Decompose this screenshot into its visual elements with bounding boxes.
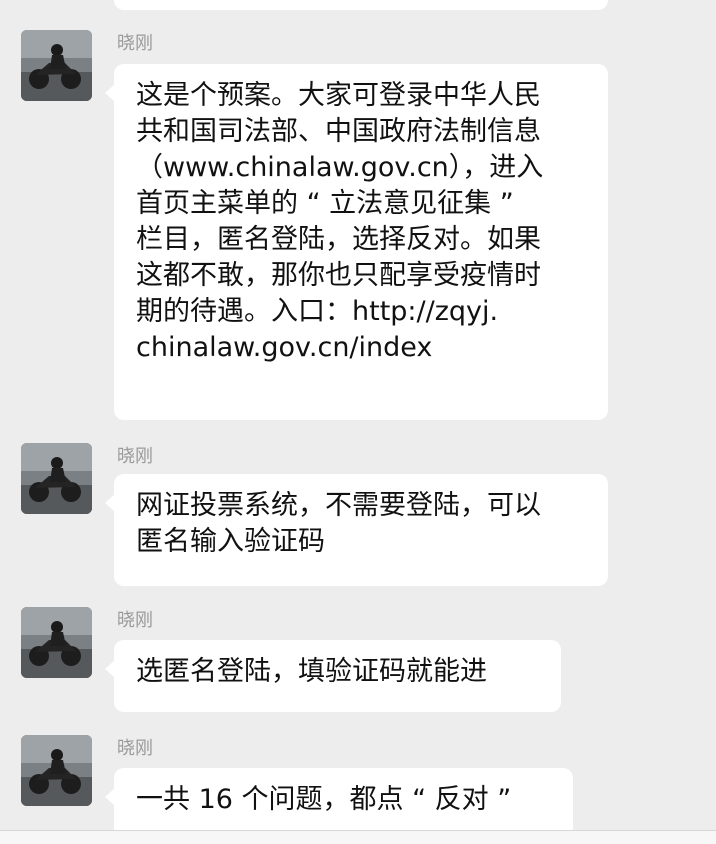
bottom-input-bar	[0, 830, 716, 844]
message-bubble[interactable]: 网证投票系统，不需要登陆，可以 匿名输入验证码	[105, 474, 608, 586]
message-bubble[interactable]: 这是个预案。大家可登录中华人民 共和国司法部、中国政府法制信息 （www.chi…	[105, 64, 608, 420]
sender-name: 晓刚	[117, 738, 153, 759]
sender-name: 晓刚	[117, 610, 153, 631]
chat-conversation[interactable]: 晓刚 这是个预案。大家可登录中华人民 共和国司法部、中国政府法制信息 （www.…	[0, 0, 716, 844]
sender-name: 晓刚	[117, 446, 153, 467]
motorcycle-rider-avatar-icon[interactable]	[21, 607, 92, 678]
sender-name: 晓刚	[117, 33, 153, 54]
message-bubble[interactable]: 选匿名登陆，填验证码就能进	[105, 640, 561, 712]
motorcycle-rider-avatar-icon[interactable]	[21, 443, 92, 514]
previous-message-bubble[interactable]	[114, 0, 608, 10]
motorcycle-rider-avatar-icon[interactable]	[21, 735, 92, 806]
motorcycle-rider-avatar-icon[interactable]	[21, 30, 92, 101]
